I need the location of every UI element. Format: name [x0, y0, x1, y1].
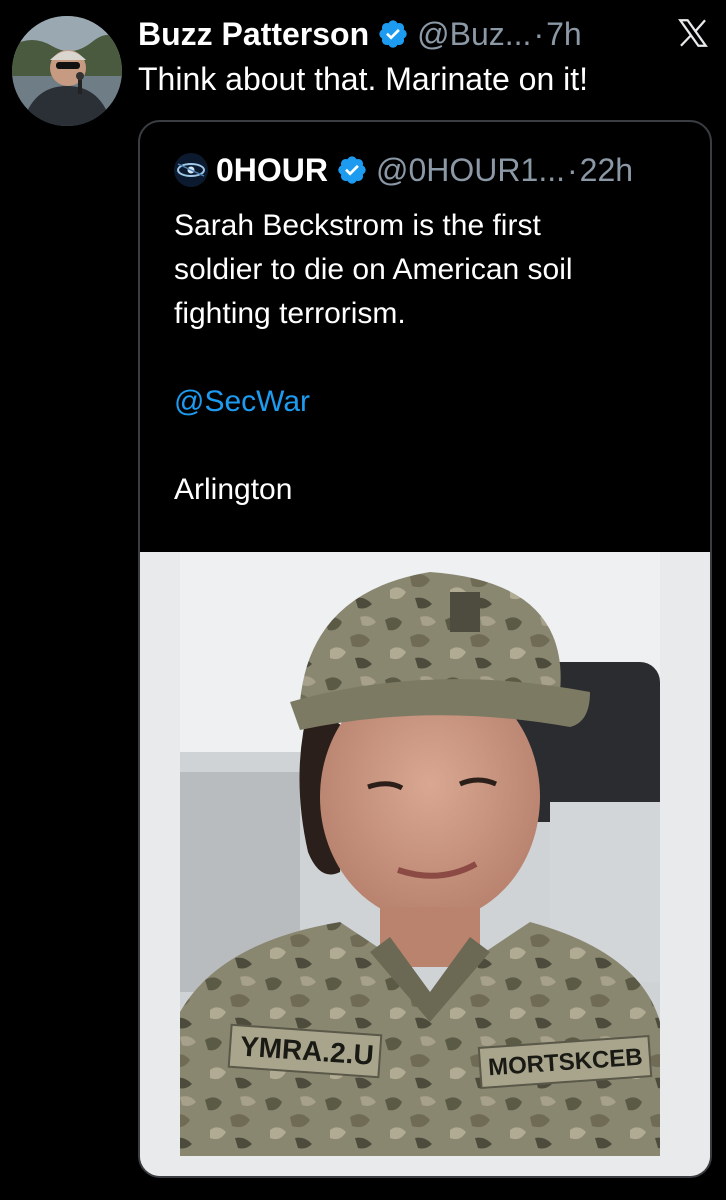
attached-photo[interactable]: YMRA.2.U MORTSKCEB — [140, 552, 710, 1176]
quoted-tweet[interactable]: 0HOUR @0HOUR1... · 22h Sarah Beckstrom i… — [138, 120, 712, 1178]
verified-badge-icon — [338, 156, 366, 184]
quoted-author-name[interactable]: 0HOUR — [216, 150, 328, 190]
mention-link[interactable]: @SecWar — [174, 380, 694, 424]
timestamp[interactable]: 7h — [546, 14, 582, 54]
tweet-header: Buzz Patterson @Buz... · 7h — [138, 12, 582, 56]
quoted-timestamp[interactable]: 22h — [580, 150, 633, 190]
separator-dot: · — [533, 16, 545, 52]
quoted-tweet-text: Sarah Beckstrom is the first soldier to … — [174, 204, 694, 512]
quoted-text-place: Arlington — [174, 473, 293, 506]
quoted-tweet-header: 0HOUR @0HOUR1... · 22h — [174, 150, 633, 190]
quoted-text-line: fighting terrorism. — [174, 297, 406, 330]
quoted-text-line: Sarah Beckstrom is the first — [174, 209, 541, 242]
quoted-avatar-image — [174, 153, 208, 187]
quoted-text-line: soldier to die on American soil — [174, 253, 573, 286]
author-name[interactable]: Buzz Patterson — [138, 14, 369, 54]
avatar-photo — [12, 16, 122, 126]
verified-badge-icon — [379, 20, 407, 48]
separator-dot: · — [566, 152, 578, 188]
author-handle[interactable]: @Buz... — [417, 14, 531, 54]
soldier-photo: YMRA.2.U MORTSKCEB — [140, 552, 710, 1176]
tweet[interactable]: Buzz Patterson @Buz... · 7h Think about … — [0, 0, 726, 1200]
tweet-text: Think about that. Marinate on it! — [138, 61, 589, 97]
quoted-author-handle[interactable]: @0HOUR1... — [376, 150, 565, 190]
x-logo-icon[interactable] — [676, 16, 710, 50]
quoted-avatar[interactable] — [174, 153, 208, 187]
avatar[interactable] — [12, 16, 122, 126]
